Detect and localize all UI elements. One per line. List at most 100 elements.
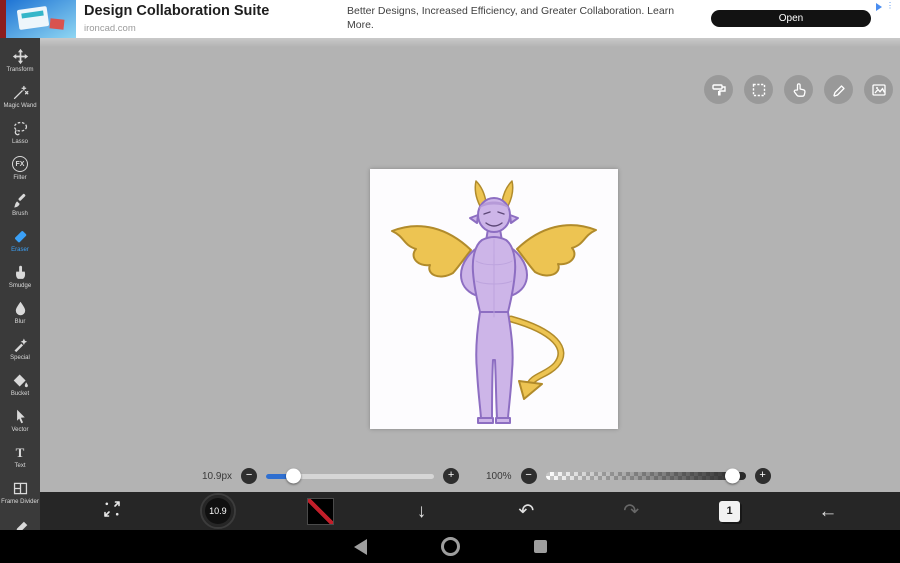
tool-vector[interactable]: Vector xyxy=(0,402,40,438)
plus-icon: + xyxy=(759,469,766,481)
brush-size-value: 10.9 xyxy=(209,506,227,516)
brush-icon xyxy=(12,192,29,209)
tool-label: Lasso xyxy=(11,138,28,145)
tool-brush[interactable]: Brush xyxy=(0,186,40,222)
ad-thumbnail-image xyxy=(6,0,76,38)
tool-label: Bucket xyxy=(10,390,30,397)
tool-frame-divider[interactable]: Frame Divider xyxy=(0,474,40,510)
filter-fx-icon: FX xyxy=(12,156,28,173)
tool-text[interactable]: T Text xyxy=(0,438,40,474)
brush-size-knob[interactable] xyxy=(285,468,301,484)
color-swatch[interactable] xyxy=(306,497,334,525)
ad-domain: ironcad.com xyxy=(84,23,136,35)
ad-thumbnail[interactable] xyxy=(6,0,76,38)
layers-button[interactable]: 1 xyxy=(719,500,741,522)
back-arrow-icon: ← xyxy=(818,500,838,522)
frame-divider-icon xyxy=(12,480,29,497)
demon-character-drawing xyxy=(391,180,597,424)
tool-pen-partial[interactable] xyxy=(0,510,40,530)
brush-size-slider[interactable] xyxy=(266,468,435,484)
minus-icon: − xyxy=(245,469,253,481)
brush-size-label: 10.9px xyxy=(202,470,233,482)
image-material-button[interactable] xyxy=(864,75,893,104)
opacity-knob[interactable] xyxy=(724,468,740,484)
pen-icon xyxy=(12,520,29,530)
image-material-icon xyxy=(871,83,886,96)
bottom-toolbar: 10.9 ↓ ↶ ↷ 1 ← xyxy=(40,492,900,530)
back-button[interactable]: ← xyxy=(811,502,845,521)
collapse-panel-button[interactable]: ↓ xyxy=(405,502,439,521)
layer-number: 1 xyxy=(726,505,733,517)
pencil-icon xyxy=(832,84,845,97)
android-nav-bar xyxy=(0,530,900,563)
opacity-increase-button[interactable]: + xyxy=(754,468,771,484)
opacity-slider-group: 100% − + xyxy=(486,468,771,484)
roller-icon xyxy=(711,83,726,95)
opacity-slider[interactable] xyxy=(545,468,746,484)
tool-bucket[interactable]: Bucket xyxy=(0,366,40,402)
redo-icon: ↷ xyxy=(623,500,640,522)
tool-label: Brush xyxy=(12,210,28,217)
android-home-button[interactable] xyxy=(440,537,460,556)
opacity-label: 100% xyxy=(486,470,512,482)
brush-size-increase-button[interactable]: + xyxy=(443,468,460,484)
tool-label: Vector xyxy=(11,426,29,433)
bucket-icon xyxy=(12,372,29,389)
ad-body-text[interactable]: Better Designs, Increased Efficiency, an… xyxy=(347,4,699,32)
adchoices-icon xyxy=(876,3,882,11)
blur-icon xyxy=(12,300,29,317)
roller-tool-button[interactable] xyxy=(704,75,733,104)
brush-size-decrease-button[interactable]: − xyxy=(241,468,258,484)
vector-icon xyxy=(12,408,29,425)
canvas-area[interactable]: 10.9px − + 100% − + xyxy=(40,38,900,492)
select-marquee-icon xyxy=(752,83,765,96)
special-icon xyxy=(12,336,29,353)
magic-wand-icon xyxy=(12,84,29,101)
eraser-icon xyxy=(12,228,29,245)
down-arrow-icon: ↓ xyxy=(416,500,427,522)
transform-adjust-icon xyxy=(104,501,120,517)
ad-banner: Design Collaboration Suite ironcad.com B… xyxy=(0,0,900,39)
tool-smudge[interactable]: Smudge xyxy=(0,258,40,294)
adchoices[interactable]: ⋮ xyxy=(874,2,894,12)
pencil-tool-button[interactable] xyxy=(824,75,853,104)
tool-magic-wand[interactable]: Magic Wand xyxy=(0,78,40,114)
transform-icon xyxy=(12,48,29,65)
opacity-decrease-button[interactable]: − xyxy=(520,468,537,484)
tool-label: Blur xyxy=(14,318,26,325)
ad-title[interactable]: Design Collaboration Suite xyxy=(84,3,269,20)
minus-icon: − xyxy=(525,469,532,481)
tool-sidebar: Transform Magic Wand Lasso FX Filter Bru… xyxy=(0,38,40,530)
brush-size-slider-group: 10.9px − + xyxy=(202,468,460,484)
smudge-icon xyxy=(12,264,29,281)
tool-label: Magic Wand xyxy=(3,102,37,109)
hand-gesture-button[interactable] xyxy=(784,75,813,104)
tool-blur[interactable]: Blur xyxy=(0,294,40,330)
transform-adjust-button[interactable] xyxy=(95,499,129,523)
tool-eraser[interactable]: Eraser xyxy=(0,222,40,258)
canvas-paper[interactable] xyxy=(370,169,618,429)
plus-icon: + xyxy=(447,469,455,481)
tool-special[interactable]: Special xyxy=(0,330,40,366)
text-icon: T xyxy=(15,444,25,460)
tool-filter[interactable]: FX Filter xyxy=(0,150,40,186)
canvas-tool-buttons xyxy=(704,75,893,104)
tool-label: Transform xyxy=(6,66,34,73)
android-recents-button[interactable] xyxy=(533,540,547,553)
undo-button[interactable]: ↶ xyxy=(509,502,543,521)
tool-label: Filter xyxy=(13,174,27,181)
tool-label: Special xyxy=(10,354,30,361)
tool-label: Text xyxy=(14,462,26,469)
adchoices-dots-icon: ⋮ xyxy=(886,1,894,10)
lasso-icon xyxy=(12,120,29,137)
redo-button[interactable]: ↷ xyxy=(614,502,648,521)
tool-lasso[interactable]: Lasso xyxy=(0,114,40,150)
ad-open-button[interactable]: Open xyxy=(711,10,871,27)
hand-gesture-icon xyxy=(793,82,806,97)
android-back-button[interactable] xyxy=(353,538,367,555)
tool-transform[interactable]: Transform xyxy=(0,42,40,78)
select-marquee-button[interactable] xyxy=(744,75,773,104)
brush-size-preview[interactable]: 10.9 xyxy=(199,493,236,529)
tool-label: Frame Divider xyxy=(1,498,39,505)
tool-label: Smudge xyxy=(8,282,32,289)
